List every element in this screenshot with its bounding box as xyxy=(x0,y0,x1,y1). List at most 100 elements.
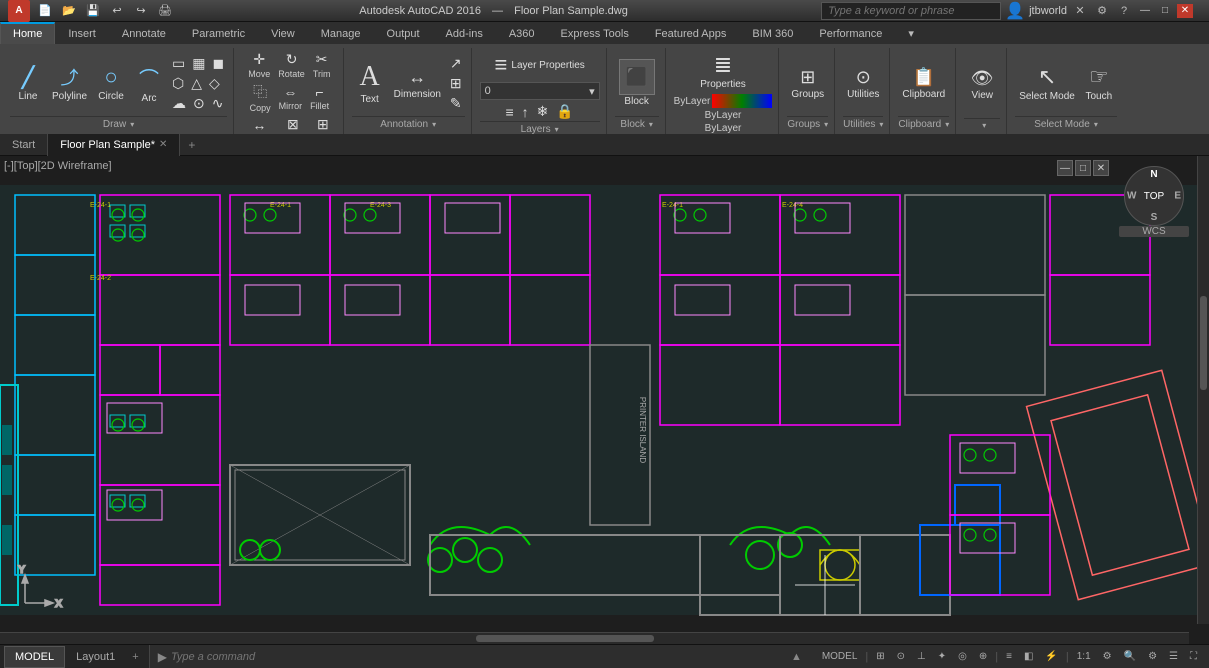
tab-addins[interactable]: Add-ins xyxy=(433,22,496,44)
group-block-label[interactable]: Block ▾ xyxy=(615,116,659,132)
open-btn[interactable]: 📂 xyxy=(60,2,78,20)
vscroll-thumb[interactable] xyxy=(1200,296,1207,390)
layer-freeze[interactable]: ❄ xyxy=(534,102,552,121)
tool-polyline[interactable]: ⤴ Polyline xyxy=(48,62,91,104)
canvas-restore-btn[interactable]: □ xyxy=(1075,160,1091,176)
tab-manage[interactable]: Manage xyxy=(308,22,374,44)
doc-tab-close-btn[interactable]: ✕ xyxy=(159,139,167,150)
group-view-label[interactable]: ▾ xyxy=(964,118,1000,132)
transparency-btn[interactable]: ◧ xyxy=(1020,650,1037,663)
new-btn[interactable]: 📄 xyxy=(36,2,54,20)
group-utilities-label[interactable]: Utilities ▾ xyxy=(843,116,883,132)
maximize-btn[interactable]: □ xyxy=(1157,4,1173,18)
polar-btn[interactable]: ✦ xyxy=(934,650,950,663)
redo-btn[interactable]: ↪ xyxy=(132,2,150,20)
tab-more[interactable]: ▾ xyxy=(895,22,927,44)
doc-tab-start[interactable]: Start xyxy=(0,134,48,156)
tool-markup[interactable]: ✎ xyxy=(447,94,465,113)
cmd-scroll-up[interactable]: ▲ xyxy=(791,651,802,663)
tool-dimension[interactable]: ↔ Dimension xyxy=(390,65,445,102)
tool-rect[interactable]: ▭ xyxy=(169,54,188,73)
tool-text[interactable]: A Text xyxy=(352,59,388,107)
tool-rotate[interactable]: ↻Rotate xyxy=(275,50,308,80)
lineweight-toggle[interactable]: ≡ xyxy=(1002,650,1016,663)
model-space-indicator[interactable]: MODEL xyxy=(818,650,862,663)
layer-dropdown[interactable]: 0 ▾ xyxy=(480,82,600,100)
ortho-btn[interactable]: ⊥ xyxy=(913,650,930,663)
save-btn[interactable]: 💾 xyxy=(84,2,102,20)
horizontal-scrollbar[interactable] xyxy=(0,632,1189,644)
tab-parametric[interactable]: Parametric xyxy=(179,22,258,44)
tool-block[interactable]: ⬛ Block xyxy=(615,57,659,109)
tool-gradient[interactable]: ◼ xyxy=(210,54,228,73)
tool-hatch[interactable]: ▦ xyxy=(189,54,208,73)
tool-move[interactable]: ✛Move xyxy=(245,50,273,80)
vp-scale-btn[interactable]: ⚙ xyxy=(1099,650,1116,663)
canvas-area[interactable]: PRINTER ISLAND xyxy=(0,156,1209,644)
doc-tab-floorplan[interactable]: Floor Plan Sample* ✕ xyxy=(48,134,180,156)
tab-annotate[interactable]: Annotate xyxy=(109,22,179,44)
tool-groups[interactable]: ⊞ Groups xyxy=(787,65,828,102)
tool-region[interactable]: △ xyxy=(188,74,205,93)
command-input[interactable] xyxy=(171,651,787,663)
grid-btn[interactable]: ⊞ xyxy=(872,650,888,663)
tab-output[interactable]: Output xyxy=(374,22,433,44)
tool-trim[interactable]: ✂Trim xyxy=(310,50,334,80)
tab-bim360[interactable]: BIM 360 xyxy=(739,22,806,44)
minimize-btn[interactable]: — xyxy=(1137,4,1153,18)
tool-mirror[interactable]: ⇔Mirror xyxy=(276,81,306,114)
plot-btn[interactable]: 🖨 xyxy=(156,2,174,20)
tool-copy[interactable]: ⿻Copy xyxy=(247,81,274,114)
help-btn[interactable]: ? xyxy=(1115,2,1133,20)
search-input[interactable] xyxy=(821,2,1001,20)
tool-clipboard[interactable]: 📋 Clipboard xyxy=(898,65,949,102)
tool-table[interactable]: ⊞ xyxy=(447,74,465,93)
tool-spline[interactable]: ∿ xyxy=(209,94,227,113)
tool-boundary[interactable]: ⬡ xyxy=(169,74,187,93)
tool-wipeout[interactable]: ◇ xyxy=(206,74,223,93)
doc-tab-add-btn[interactable]: + xyxy=(180,135,203,155)
tab-model[interactable]: MODEL xyxy=(4,646,65,668)
snap-btn[interactable]: ⊙ xyxy=(893,650,909,663)
vertical-scrollbar[interactable] xyxy=(1197,156,1209,624)
workspace-btn[interactable]: ⚙ xyxy=(1144,650,1161,663)
tool-touch[interactable]: ☞ Touch xyxy=(1081,62,1117,104)
canvas-minimize-btn[interactable]: — xyxy=(1057,160,1073,176)
anno-scale-btn[interactable]: 🔍 xyxy=(1120,650,1140,663)
otrack-btn[interactable]: ⊕ xyxy=(975,650,991,663)
layer-lock[interactable]: 🔒 xyxy=(553,102,576,121)
tool-mleader[interactable]: ↗ xyxy=(447,54,465,73)
tool-line[interactable]: ╱ Line xyxy=(10,63,46,104)
tab-view[interactable]: View xyxy=(258,22,308,44)
group-draw-label[interactable]: Draw ▾ xyxy=(10,116,227,132)
fullscreen-btn[interactable]: ⛶ xyxy=(1186,650,1201,663)
tab-layout1[interactable]: Layout1 xyxy=(65,646,126,668)
tool-circle[interactable]: ○ Circle xyxy=(93,62,129,104)
tool-layer-properties[interactable]: ≡ Layer Properties xyxy=(493,50,587,80)
close-btn[interactable]: ✕ xyxy=(1177,4,1193,18)
tab-home[interactable]: Home xyxy=(0,22,55,44)
tool-view[interactable]: 👁 View xyxy=(964,66,1000,103)
group-clipboard-label[interactable]: Clipboard ▾ xyxy=(898,116,949,132)
sign-out-btn[interactable]: ✕ xyxy=(1071,2,1089,20)
group-groups-label[interactable]: Groups ▾ xyxy=(787,116,828,132)
tool-properties[interactable]: ≣ Properties xyxy=(696,50,750,92)
tab-express[interactable]: Express Tools xyxy=(548,22,642,44)
tab-performance[interactable]: Performance xyxy=(806,22,895,44)
options-btn[interactable]: ⚙ xyxy=(1093,2,1111,20)
tab-featured[interactable]: Featured Apps xyxy=(642,22,740,44)
tool-select-mode[interactable]: ↖ Select Mode xyxy=(1015,62,1079,104)
tool-utilities[interactable]: ⊙ Utilities xyxy=(843,65,883,102)
color-swatch[interactable] xyxy=(712,94,772,108)
osnap-btn[interactable]: ◎ xyxy=(954,650,971,663)
group-annotation-label[interactable]: Annotation ▾ xyxy=(352,116,465,132)
toolbar-options-btn[interactable]: ☰ xyxy=(1165,650,1182,663)
layer-match[interactable]: ≡ xyxy=(502,102,516,121)
tab-a360[interactable]: A360 xyxy=(496,22,548,44)
tool-donut[interactable]: ⊙ xyxy=(190,94,208,113)
tool-revision[interactable]: ☁ xyxy=(169,94,189,113)
qprops-btn[interactable]: ⚡ xyxy=(1041,650,1061,663)
layer-current[interactable]: ↑ xyxy=(519,102,532,121)
group-select-label[interactable]: Select Mode ▾ xyxy=(1015,116,1117,132)
tab-insert[interactable]: Insert xyxy=(55,22,109,44)
